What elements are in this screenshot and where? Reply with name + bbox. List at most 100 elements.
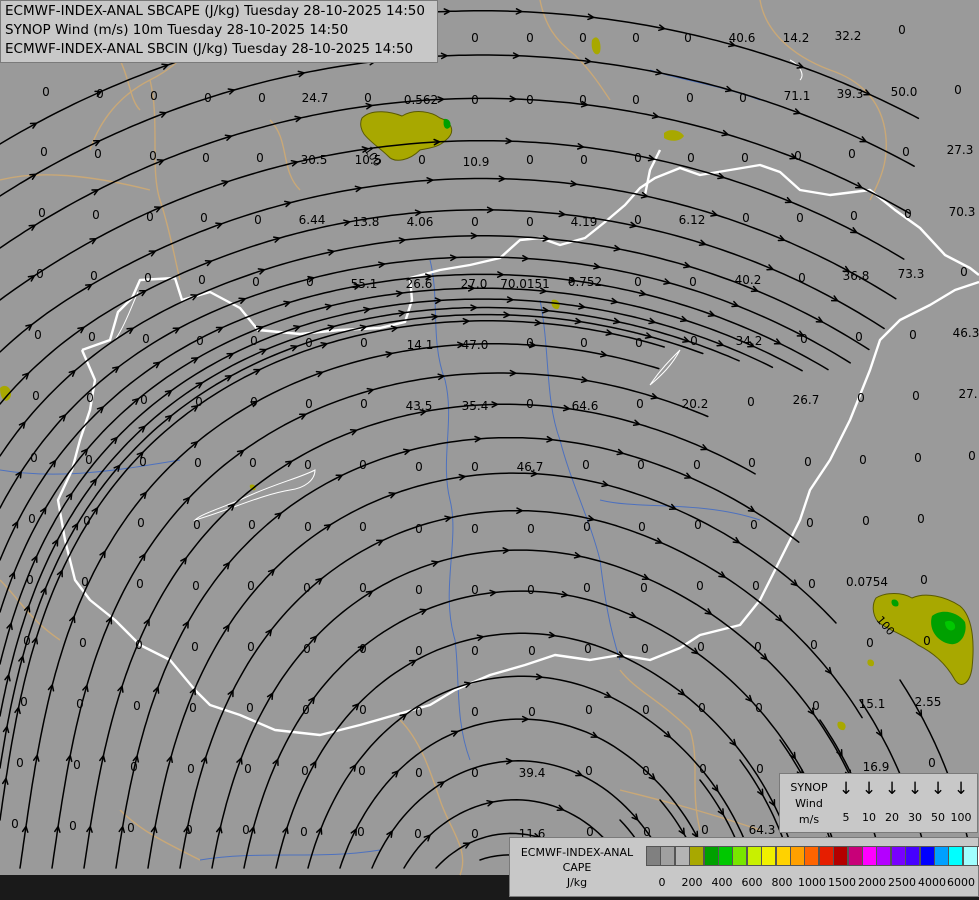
cape-value-label: 0 — [86, 391, 94, 405]
cape-value-label: 0 — [584, 642, 592, 656]
cape-color-swatch — [847, 846, 863, 866]
cape-legend-label-line3: J/kg — [566, 876, 588, 889]
cape-value-label: 0 — [637, 458, 645, 472]
wind-arrow-icon: ↓ — [930, 779, 946, 799]
cape-value-label: 0 — [92, 208, 100, 222]
cape-value-label: 46.7 — [517, 460, 544, 474]
cape-value-label: 0 — [415, 583, 423, 597]
wind-arrow-icon: ↓ — [953, 779, 969, 799]
cape-value-label: 0 — [28, 512, 36, 526]
cape-value-label: 10.9 — [463, 155, 490, 169]
cape-value-label: 0 — [135, 638, 143, 652]
cape-value-label: 27. — [958, 387, 977, 401]
cape-value-label: 71.1 — [784, 89, 811, 103]
cape-value-label: 0 — [583, 520, 591, 534]
cape-value-label: 0 — [136, 577, 144, 591]
cape-value-label: 0 — [303, 642, 311, 656]
cape-value-label: 0 — [415, 522, 423, 536]
cape-value-label: 0 — [527, 522, 535, 536]
cape-value-label: 0 — [579, 93, 587, 107]
cape-value-label: 0 — [694, 518, 702, 532]
cape-value-label: 0 — [526, 31, 534, 45]
cape-value-label: 26.6 — [406, 277, 433, 291]
cape-value-label: 0 — [26, 573, 34, 587]
cape-value-label: 2.55 — [915, 695, 942, 709]
cape-color-swatch — [962, 846, 978, 866]
cape-value-label: 0 — [810, 638, 818, 652]
cape-value-label: 0.0754 — [846, 575, 888, 589]
cape-value-label: 0 — [527, 583, 535, 597]
cape-value-label: 0 — [195, 395, 203, 409]
cape-tick-label: 6000 — [947, 876, 975, 889]
cape-color-swatch — [689, 846, 705, 866]
map-background — [0, 0, 979, 900]
cape-value-label: 0 — [36, 267, 44, 281]
cape-value-label: 0 — [85, 453, 93, 467]
cape-value-label: 0 — [580, 153, 588, 167]
wind-legend: SYNOP Wind m/s ↓ ↓ ↓ ↓ ↓ ↓ 5 10 20 30 50… — [779, 773, 978, 833]
cape-value-label: 0 — [585, 764, 593, 778]
cape-color-swatch — [876, 846, 892, 866]
weather-map: 100 100 00000040.614.232.200000024.700.5… — [0, 0, 979, 900]
cape-value-label: 0 — [902, 145, 910, 159]
cape-value-label: 0 — [359, 581, 367, 595]
cape-value-label: 0 — [185, 823, 193, 837]
cape-value-label: 0 — [250, 395, 258, 409]
cape-value-label: 0 — [256, 151, 264, 165]
cape-value-label: 40.6 — [729, 31, 756, 45]
cape-value-label: 0 — [859, 453, 867, 467]
cape-value-label: 0 — [750, 518, 758, 532]
cape-color-swatch — [746, 846, 762, 866]
cape-value-label: 0 — [360, 336, 368, 350]
cape-value-label: 0 — [364, 91, 372, 105]
cape-value-label: 0 — [699, 762, 707, 776]
cape-value-label: 0 — [20, 695, 28, 709]
cape-value-label: 16.9 — [863, 760, 890, 774]
cape-value-label: 14.1 — [407, 338, 434, 352]
cape-value-label: 0 — [471, 93, 479, 107]
cape-value-label: 0 — [748, 456, 756, 470]
cape-legend: ECMWF-INDEX-ANAL CAPE J/kg 0 200 400 600… — [509, 837, 979, 897]
title-line-cin: ECMWF-INDEX-ANAL SBCIN (J/kg) Tuesday 28… — [5, 41, 414, 57]
cape-value-label: 0 — [471, 827, 479, 841]
cape-value-label: 0 — [634, 213, 642, 227]
cape-value-label: 0 — [471, 705, 479, 719]
cape-value-label: 0 — [857, 391, 865, 405]
cape-value-label: 0 — [638, 520, 646, 534]
cape-value-label: 0 — [641, 642, 649, 656]
cape-value-label: 0 — [16, 756, 24, 770]
cape-value-label: 0 — [304, 458, 312, 472]
cape-value-label: 39.3 — [837, 87, 864, 101]
cape-value-label: 0 — [202, 151, 210, 165]
cape-value-label: 0 — [76, 697, 84, 711]
cape-value-label: 0 — [83, 514, 91, 528]
cape-value-label: 0 — [42, 85, 50, 99]
cape-value-label: 0 — [898, 23, 906, 37]
cape-value-label: 50.0 — [891, 85, 918, 99]
cape-value-label: 0 — [642, 703, 650, 717]
cape-value-label: 0 — [640, 581, 648, 595]
cape-color-swatch — [703, 846, 719, 866]
cape-color-swatch — [761, 846, 777, 866]
cape-value-label: 0 — [579, 31, 587, 45]
cape-value-label: 30.5 — [301, 153, 328, 167]
cape-value-label: 0 — [585, 703, 593, 717]
cape-value-label: 0 — [32, 389, 40, 403]
cape-value-label: 0 — [23, 634, 31, 648]
cape-value-label: 0 — [800, 332, 808, 346]
cape-value-label: 0 — [855, 330, 863, 344]
cape-value-label: 0 — [923, 634, 931, 648]
cape-value-label: 0 — [204, 91, 212, 105]
cape-value-label: 0 — [632, 31, 640, 45]
cape-value-label: 0 — [635, 336, 643, 350]
cape-value-label: 0 — [471, 215, 479, 229]
cape-value-label: 0 — [796, 211, 804, 225]
cape-value-label: 0 — [359, 458, 367, 472]
cape-value-label: 40.2 — [735, 273, 762, 287]
wind-speed-label: 100 — [950, 811, 972, 824]
cape-value-label: 46.3 — [953, 326, 979, 340]
cape-value-label: 0 — [582, 458, 590, 472]
cape-value-label: 0 — [69, 819, 77, 833]
cape-value-label: 13.8 — [353, 215, 380, 229]
cape-value-label: 70.3 — [949, 205, 976, 219]
